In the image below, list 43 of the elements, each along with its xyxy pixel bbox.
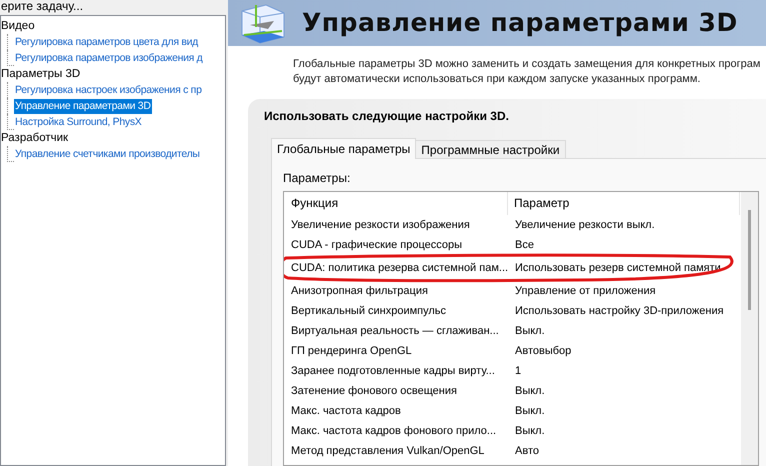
table-cell-text: ГП рендеринга OpenGL — [290, 344, 413, 359]
table-cell-text: Выкл. — [514, 404, 546, 419]
column-header[interactable]: Функция — [284, 192, 508, 215]
tree-group-label[interactable]: Видео — [1, 18, 225, 34]
table-cell-text: Анизотропная фильтрация — [290, 284, 429, 299]
table-cell-text: Макс. частота кадров фонового прило... — [290, 424, 498, 439]
tree-group-label[interactable]: Параметры 3D — [1, 66, 225, 82]
tree-item[interactable]: Регулировка настроек изображения с пр — [14, 82, 203, 98]
list-label: Параметры: — [283, 170, 352, 187]
tree-item[interactable]: Настройка Surround, PhysX — [14, 114, 142, 130]
table-cell-text: Увеличение резкости выкл. — [514, 218, 656, 233]
table-cell-text: Виртуальная реальность — сглаживан... — [290, 324, 500, 339]
sidebar-heading: ерите задачу... — [0, 0, 84, 14]
table-cell-text: Использовать резерв системной памяти — [514, 260, 722, 276]
page-description: Глобальные параметры 3D можно заменить и создать замещения для конкретных програм будут автоматически использоваться при каждом запуске указанных программ. — [293, 57, 762, 87]
table-cell-text: Макс. частота кадров — [290, 404, 402, 419]
table-cell-text: Выкл. — [514, 324, 546, 339]
column-header[interactable]: Параметр — [508, 192, 740, 215]
table-cell-text: Увеличение резкости изображения — [290, 218, 471, 233]
table-cell-text: Использовать настройку 3D-приложения — [514, 304, 725, 319]
page-title: Управление параметрами 3D — [302, 7, 738, 40]
tree-item[interactable]: Управление параметрами 3D — [14, 98, 152, 114]
table-cell-text: CUDA: политика резерва системной пам... — [290, 260, 508, 276]
table-cell-text: Автовыбор — [514, 344, 572, 359]
tree-line — [7, 146, 14, 162]
table-cell-text: Управление от приложения — [514, 284, 657, 299]
table-cell-text: Авто — [514, 444, 540, 459]
table-cell-text: Заранее подготовленные кадры вирту... — [290, 364, 496, 379]
table-cell-text: CUDA - графические процессоры — [290, 238, 464, 253]
tree-group-label[interactable]: Разработчик — [1, 130, 225, 146]
table-cell-text: 1 — [514, 364, 522, 379]
tab[interactable]: Программные настройки — [416, 140, 566, 158]
table-cell-text: Все — [514, 238, 535, 253]
table-cell-text: Выкл. — [514, 424, 546, 439]
section-title: Использовать следующие настройки 3D. — [264, 108, 510, 125]
table-cell-text: Затенение фонового освещения — [290, 384, 458, 399]
table-cell-text: Вертикальный синхроимпульс — [290, 304, 448, 319]
tree-item[interactable]: Управление счетчиками производителы — [14, 146, 201, 162]
tab[interactable]: Глобальные параметры — [271, 138, 416, 159]
tree-item[interactable]: Регулировка параметров цвета для вид — [14, 34, 199, 50]
table-cell-text: Метод представления Vulkan/OpenGL — [290, 444, 486, 459]
table-cell-text: Выкл. — [514, 384, 546, 399]
tree-item[interactable]: Регулировка параметров изображения д — [14, 50, 204, 66]
